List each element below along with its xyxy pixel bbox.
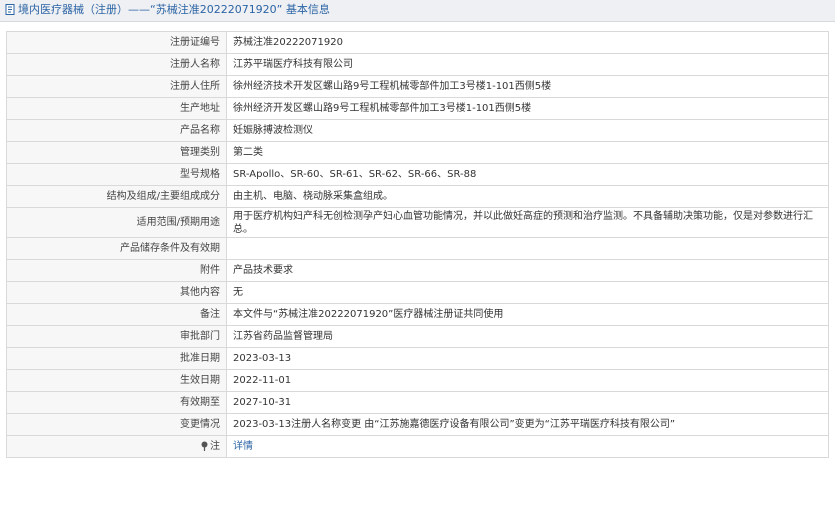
field-label: 生效日期 bbox=[6, 369, 227, 392]
field-value: 江苏平瑞医疗科技有限公司 bbox=[226, 53, 829, 76]
field-value: 苏械注准20222071920 bbox=[226, 31, 829, 54]
table-row: 备注 本文件与“苏械注准20222071920”医疗器械注册证共同使用 bbox=[6, 303, 829, 326]
info-table: 注册证编号 苏械注准20222071920 注册人名称 江苏平瑞医疗科技有限公司 注册人… bbox=[6, 31, 829, 458]
field-value: 无 bbox=[226, 281, 829, 304]
field-label: 产品名称 bbox=[6, 119, 227, 142]
detail-row: 注 详情 bbox=[6, 435, 829, 458]
page-title: 境内医疗器械（注册）——“苏械注准20222071920” 基本信息 bbox=[5, 3, 330, 17]
title-suffix: 基本信息 bbox=[285, 3, 330, 16]
table-row: 注册证编号 苏械注准20222071920 bbox=[6, 31, 829, 54]
field-value: 2022-11-01 bbox=[226, 369, 829, 392]
field-label: 管理类别 bbox=[6, 141, 227, 164]
field-value: 产品技术要求 bbox=[226, 259, 829, 282]
field-value: 第二类 bbox=[226, 141, 829, 164]
field-label: 适用范围/预期用途 bbox=[6, 207, 227, 238]
pin-icon bbox=[200, 441, 210, 452]
table-row: 注册人住所 徐州经济技术开发区螺山路9号工程机械零部件加工3号楼1-101西侧5楼 bbox=[6, 75, 829, 98]
field-value: 江苏省药品监督管理局 bbox=[226, 325, 829, 348]
field-label: 注册人住所 bbox=[6, 75, 227, 98]
field-value: 徐州经济开发区螺山路9号工程机械零部件加工3号楼1-101西侧5楼 bbox=[226, 97, 829, 120]
table-row: 审批部门 江苏省药品监督管理局 bbox=[6, 325, 829, 348]
field-label: 审批部门 bbox=[6, 325, 227, 348]
field-label: 附件 bbox=[6, 259, 227, 282]
table-row: 有效期至 2027-10-31 bbox=[6, 391, 829, 414]
table-row: 适用范围/预期用途 用于医疗机构妇产科无创检测孕产妇心血管功能情况，并以此做妊高症… bbox=[6, 207, 829, 238]
field-value: 2023-03-13注册人名称变更 由“江苏施嘉德医疗设备有限公司”变更为“江苏… bbox=[226, 413, 829, 436]
table-row: 生效日期 2022-11-01 bbox=[6, 369, 829, 392]
field-value: 由主机、电脑、桡动脉采集盒组成。 bbox=[226, 185, 829, 208]
table-row: 附件 产品技术要求 bbox=[6, 259, 829, 282]
detail-label: 注 bbox=[6, 435, 227, 458]
detail-value: 详情 bbox=[226, 435, 829, 458]
title-quoted-number: “苏械注准20222071920” bbox=[150, 3, 283, 16]
field-label: 产品储存条件及有效期 bbox=[6, 237, 227, 260]
detail-link[interactable]: 详情 bbox=[233, 441, 253, 452]
table-row: 型号规格 SR-Apollo、SR-60、SR-61、SR-62、SR-66、SR… bbox=[6, 163, 829, 186]
table-row: 变更情况 2023-03-13注册人名称变更 由“江苏施嘉德医疗设备有限公司”变更… bbox=[6, 413, 829, 436]
field-label: 生产地址 bbox=[6, 97, 227, 120]
table-row: 生产地址 徐州经济开发区螺山路9号工程机械零部件加工3号楼1-101西侧5楼 bbox=[6, 97, 829, 120]
title-prefix: 境内医疗器械（注册）—— bbox=[18, 3, 150, 16]
table-row: 产品名称 妊娠脉搏波检测仪 bbox=[6, 119, 829, 142]
table-row: 产品储存条件及有效期 bbox=[6, 237, 829, 260]
table-row: 管理类别 第二类 bbox=[6, 141, 829, 164]
field-value: 用于医疗机构妇产科无创检测孕产妇心血管功能情况，并以此做妊高症的预测和治疗监测。… bbox=[226, 207, 829, 238]
table-row: 注册人名称 江苏平瑞医疗科技有限公司 bbox=[6, 53, 829, 76]
field-value: 徐州经济技术开发区螺山路9号工程机械零部件加工3号楼1-101西侧5楼 bbox=[226, 75, 829, 98]
field-label: 注册人名称 bbox=[6, 53, 227, 76]
field-value: 本文件与“苏械注准20222071920”医疗器械注册证共同使用 bbox=[226, 303, 829, 326]
field-label: 变更情况 bbox=[6, 413, 227, 436]
field-value: 2023-03-13 bbox=[226, 347, 829, 370]
field-label: 批准日期 bbox=[6, 347, 227, 370]
field-label: 其他内容 bbox=[6, 281, 227, 304]
field-label: 备注 bbox=[6, 303, 227, 326]
table-row: 其他内容无 bbox=[6, 281, 829, 304]
table-row: 结构及组成/主要组成成分 由主机、电脑、桡动脉采集盒组成。 bbox=[6, 185, 829, 208]
field-label: 型号规格 bbox=[6, 163, 227, 186]
field-value: 2027-10-31 bbox=[226, 391, 829, 414]
field-value bbox=[226, 237, 829, 260]
field-value: SR-Apollo、SR-60、SR-61、SR-62、SR-66、SR-88 bbox=[226, 163, 829, 186]
field-label: 有效期至 bbox=[6, 391, 227, 414]
detail-label-text: 注 bbox=[210, 441, 220, 452]
table-row: 批准日期 2023-03-13 bbox=[6, 347, 829, 370]
document-icon bbox=[5, 3, 16, 16]
page-header: 境内医疗器械（注册）——“苏械注准20222071920” 基本信息 bbox=[0, 0, 835, 22]
field-value: 妊娠脉搏波检测仪 bbox=[226, 119, 829, 142]
field-label: 结构及组成/主要组成成分 bbox=[6, 185, 227, 208]
field-label: 注册证编号 bbox=[6, 31, 227, 54]
